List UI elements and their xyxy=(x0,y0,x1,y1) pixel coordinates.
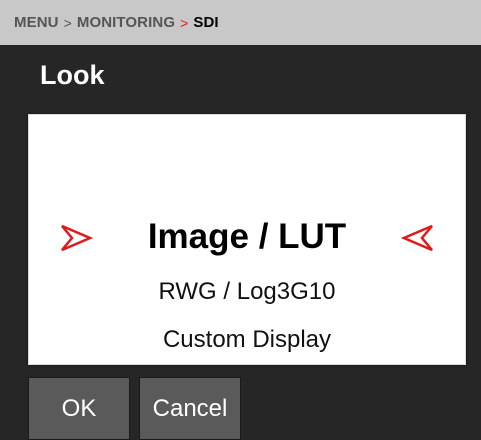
breadcrumb-separator-icon: > xyxy=(63,14,72,31)
selected-option-description: Custom Display xyxy=(162,326,332,353)
cancel-button[interactable]: Cancel xyxy=(139,377,241,440)
breadcrumb-separator-icon: > xyxy=(180,14,189,31)
breadcrumb: MENU > MONITORING > SDI xyxy=(0,0,481,45)
breadcrumb-menu[interactable]: MENU xyxy=(14,14,59,31)
look-selector-panel[interactable]: Image / LUT RWG / Log3G10 Custom Display xyxy=(28,114,466,365)
page-title: Look xyxy=(40,60,105,90)
ok-button[interactable]: OK xyxy=(28,377,130,440)
breadcrumb-monitoring[interactable]: MONITORING xyxy=(77,14,175,31)
selected-option-subtitle: RWG / Log3G10 xyxy=(158,278,336,305)
next-option-arrow-icon[interactable] xyxy=(401,221,435,255)
sdi-look-screen: MENU > MONITORING > SDI Look Image / LUT… xyxy=(0,0,481,440)
breadcrumb-sdi: SDI xyxy=(193,14,219,31)
selected-option-label: Image / LUT xyxy=(147,217,347,256)
